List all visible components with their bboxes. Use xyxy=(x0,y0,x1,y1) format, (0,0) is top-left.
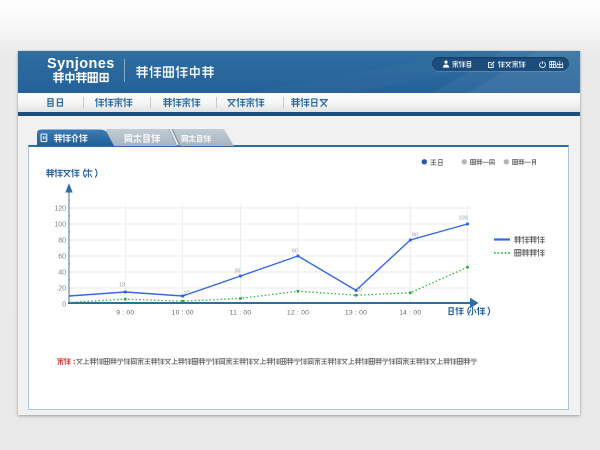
svg-text:11 : 00: 11 : 00 xyxy=(230,310,252,317)
svg-text:80: 80 xyxy=(58,237,66,244)
svg-text:100: 100 xyxy=(54,221,66,228)
svg-text:10: 10 xyxy=(356,288,362,294)
svg-text:40: 40 xyxy=(58,269,66,276)
svg-text:60: 60 xyxy=(292,249,298,255)
svg-text:18: 18 xyxy=(119,283,125,289)
svg-text:10 : 00: 10 : 00 xyxy=(172,310,194,317)
svg-text:13 : 00: 13 : 00 xyxy=(345,310,367,317)
svg-text:100: 100 xyxy=(459,216,468,222)
svg-text:80: 80 xyxy=(412,233,418,239)
svg-text:60: 60 xyxy=(58,253,66,260)
svg-text:10: 10 xyxy=(184,290,190,296)
svg-text:12 : 00: 12 : 00 xyxy=(287,310,309,317)
svg-text:35: 35 xyxy=(235,269,241,275)
svg-text:9 : 00: 9 : 00 xyxy=(116,310,134,317)
svg-text:0: 0 xyxy=(62,301,66,308)
svg-text:20: 20 xyxy=(58,285,66,292)
svg-text:120: 120 xyxy=(54,205,66,212)
svg-text:14 : 00: 14 : 00 xyxy=(399,310,421,317)
